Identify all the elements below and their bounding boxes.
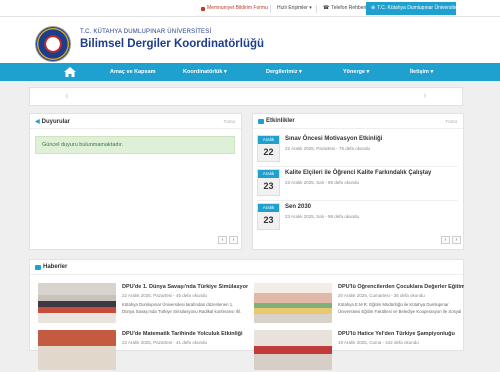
prev-button[interactable]: ‹ xyxy=(218,236,227,244)
page-title[interactable]: Bilimsel Dergiler Koordinatörlüğü xyxy=(80,38,264,50)
home-icon[interactable] xyxy=(63,65,77,79)
event-day: 22 xyxy=(258,144,279,161)
nav-item-journals[interactable]: Dergilerimiz ▾ xyxy=(266,63,302,81)
news-excerpt: Kütahya E.M.R. Eğitim Müdürlüğü ile Küta… xyxy=(338,302,462,314)
list-item[interactable]: DPÜ'lü Hatice Yel'den Türkiye Şampiyonlu… xyxy=(254,330,464,372)
nav-item-purpose[interactable]: Amaç ve Kapsam xyxy=(110,63,156,81)
top-bar: Memnuniyet Bildirim Formu Hızlı Erişimle… xyxy=(0,0,500,17)
chevron-left-icon[interactable]: ‹ xyxy=(65,90,69,102)
announcements-title: ◀ Duyurular xyxy=(35,118,70,126)
events-panel: Etkinlikler Tümü Aralık 22 Sınav Öncesi … xyxy=(252,113,464,250)
form-icon xyxy=(201,6,205,11)
list-item[interactable]: DPÜ'de Matematik Tarihinde Yolculuk Etki… xyxy=(38,330,248,372)
news-thumbnail[interactable] xyxy=(38,283,116,323)
globe-icon: ⊕ xyxy=(371,5,376,11)
event-title[interactable]: Sen 2030 xyxy=(285,204,311,210)
divider xyxy=(270,5,271,13)
quick-access-dropdown[interactable]: Hızlı Erişimler ▾ xyxy=(274,3,315,14)
university-link[interactable]: ⊕ T.C. Kütahya Dumlupınar Üniversitesi xyxy=(366,2,456,15)
news-meta: 22 Aralık 2025, Pazartesi - 45 defa okun… xyxy=(122,293,208,298)
divider xyxy=(253,128,463,129)
list-item[interactable]: DPÜ'lü Öğrencilerden Çocuklara Değerler … xyxy=(254,283,464,325)
event-month: Aralık xyxy=(258,170,279,178)
nav-item-directive[interactable]: Yönerge ▾ xyxy=(343,63,369,81)
event-day: 23 xyxy=(258,178,279,195)
megaphone-icon: ◀ xyxy=(35,119,40,125)
event-meta: 23 Aralık 2025, Salı - 98 defa okundu xyxy=(285,214,360,219)
news-meta: 20 Aralık 2025, Cumartesi - 36 defa okun… xyxy=(338,293,425,298)
university-name: T.C. KÜTAHYA DUMLUPINAR ÜNİVERSİTESİ xyxy=(80,29,212,35)
event-meta: 22 Aralık 2025, Pazartesi - 76 defa okun… xyxy=(285,146,371,151)
news-title-link[interactable]: DPÜ'lü Hatice Yel'den Türkiye Şampiyonlu… xyxy=(338,331,464,337)
news-thumbnail[interactable] xyxy=(254,283,332,323)
prev-button[interactable]: ‹ xyxy=(441,236,450,244)
divider xyxy=(257,200,458,201)
events-pager: ‹ › xyxy=(441,236,461,244)
news-title: Haberler xyxy=(35,264,67,270)
list-item[interactable]: Aralık 22 Sınav Öncesi Motivasyon Etkinl… xyxy=(257,135,458,168)
event-day: 23 xyxy=(258,212,279,229)
nav-item-coordinatorship[interactable]: Koordinatörlük ▾ xyxy=(183,63,227,81)
news-title-link[interactable]: DPÜ'lü Öğrencilerden Çocuklara Değerler … xyxy=(338,284,464,290)
nav-item-contact[interactable]: İletişim ▾ xyxy=(410,63,433,81)
next-button[interactable]: › xyxy=(452,236,461,244)
list-item[interactable]: DPÜ'de 1. Dünya Savaşı'nda Türkiye Simül… xyxy=(38,283,248,325)
news-excerpt: Kütahya Dumlupınar Üniversitesi tarafınd… xyxy=(122,302,242,314)
news-thumbnail[interactable] xyxy=(38,330,116,370)
news-meta: 19 Aralık 2025, Cuma - 442 defa okundu xyxy=(338,340,419,345)
news-panel: Haberler DPÜ'de 1. Dünya Savaşı'nda Türk… xyxy=(29,259,464,370)
news-title-link[interactable]: DPÜ'de 1. Dünya Savaşı'nda Türkiye Simül… xyxy=(122,284,248,290)
newspaper-icon xyxy=(35,264,41,270)
event-title[interactable]: Sınav Öncesi Motivasyon Etkinliği xyxy=(285,136,382,142)
event-month: Aralık xyxy=(258,136,279,144)
survey-link[interactable]: Memnuniyet Bildirim Formu xyxy=(198,3,271,14)
next-button[interactable]: › xyxy=(229,236,238,244)
event-date: Aralık 23 xyxy=(257,169,280,196)
main-nav: Amaç ve Kapsam Koordinatörlük ▾ Dergiler… xyxy=(0,63,500,81)
list-item[interactable]: Aralık 23 Kalite Elçileri ile Öğrenci Ka… xyxy=(257,169,458,202)
event-month: Aralık xyxy=(258,204,279,212)
empty-announcement-notice: Güncel duyuru bulunmamaktadır. xyxy=(35,136,235,154)
event-date: Aralık 22 xyxy=(257,135,280,162)
news-thumbnail[interactable] xyxy=(254,330,332,370)
news-title-link[interactable]: DPÜ'de Matematik Tarihinde Yolculuk Etki… xyxy=(122,331,248,337)
divider xyxy=(30,274,463,275)
phone-book-link[interactable]: ☎ Telefon Rehberi xyxy=(320,3,369,14)
events-all-link[interactable]: Tümü xyxy=(445,119,457,124)
divider xyxy=(257,166,458,167)
university-logo[interactable] xyxy=(36,27,70,61)
announcements-all-link[interactable]: Tümü xyxy=(223,119,235,124)
calendar-icon xyxy=(258,118,264,124)
list-item[interactable]: Aralık 23 Sen 2030 23 Aralık 2025, Salı … xyxy=(257,203,458,236)
slider-strip: ‹ › xyxy=(29,87,463,106)
news-meta: 22 Aralık 2025, Pazartesi - 41 defa okun… xyxy=(122,340,208,345)
announcements-panel: ◀ Duyurular Tümü Güncel duyuru bulunmama… xyxy=(29,113,242,250)
divider xyxy=(30,128,241,129)
event-date: Aralık 23 xyxy=(257,203,280,230)
divider xyxy=(316,5,317,13)
announcements-pager: ‹ › xyxy=(218,236,238,244)
event-meta: 23 Aralık 2025, Salı - 89 defa okundu xyxy=(285,180,360,185)
phone-icon: ☎ xyxy=(323,5,330,11)
events-title: Etkinlikler xyxy=(258,118,295,124)
event-title[interactable]: Kalite Elçileri ile Öğrenci Kalite Farkı… xyxy=(285,170,431,176)
chevron-right-icon[interactable]: › xyxy=(423,90,427,102)
